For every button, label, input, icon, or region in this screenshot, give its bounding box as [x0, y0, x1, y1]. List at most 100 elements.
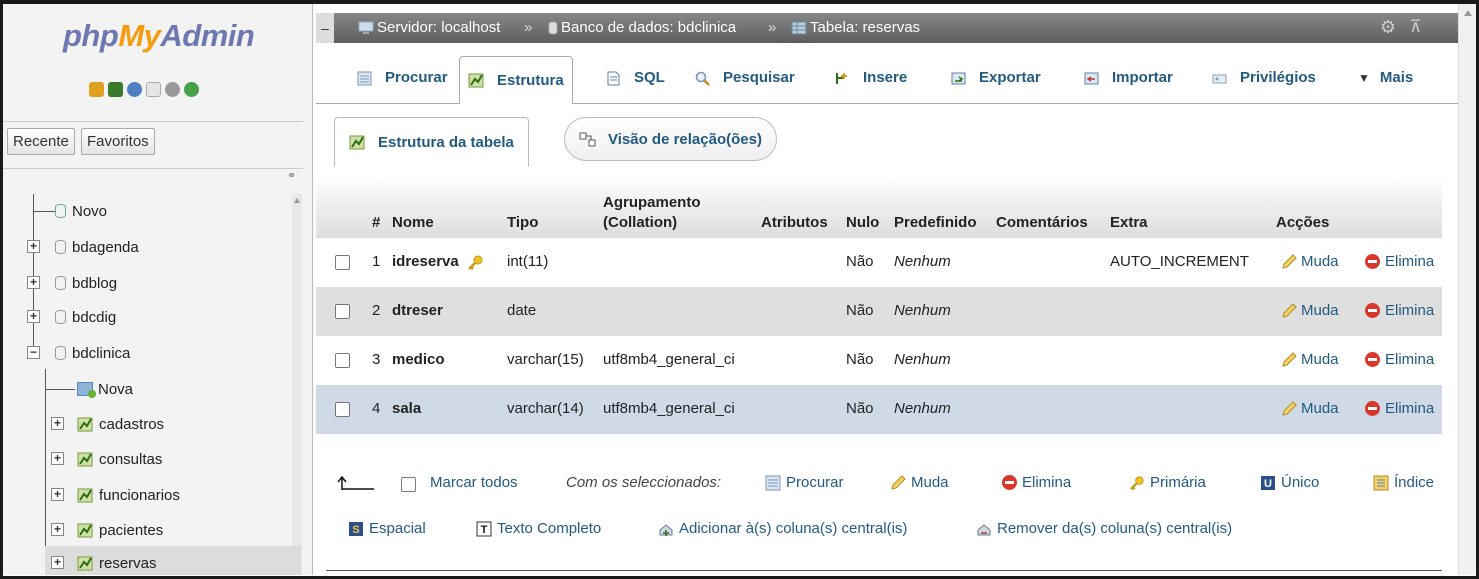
settings-icon[interactable] — [165, 82, 180, 97]
row-checkbox[interactable] — [335, 255, 350, 270]
tab-recent[interactable]: Recente — [7, 128, 75, 155]
tab-search[interactable]: Pesquisar — [686, 56, 803, 100]
expand-icon[interactable]: + — [27, 276, 40, 289]
structure-icon — [468, 73, 484, 88]
check-all-label[interactable]: Marcar todos — [430, 474, 518, 491]
table-row[interactable]: 4 sala varchar(14) utf8mb4_general_ci Nã… — [316, 385, 1442, 434]
tab-favorites[interactable]: Favoritos — [81, 128, 155, 155]
col-header-collation-1[interactable]: Agrupamento — [603, 193, 701, 213]
subtab-table-structure[interactable]: Estrutura da tabela — [334, 117, 529, 167]
col-header-null[interactable]: Nulo — [846, 213, 879, 233]
expand-icon[interactable]: + — [51, 523, 64, 536]
link-icon[interactable]: ⚭ — [287, 169, 296, 182]
row-checkbox[interactable] — [335, 304, 350, 319]
tab-browse[interactable]: Procurar — [348, 56, 456, 100]
tree-item-bdclinica[interactable]: − bdclinica — [3, 336, 303, 370]
page-scrollbar[interactable] — [1458, 4, 1476, 575]
subtab-relation-view[interactable]: Visão de relação(ões) — [564, 117, 777, 161]
tree-item-label: bdclinica — [72, 344, 131, 362]
tab-export[interactable]: Exportar — [942, 56, 1049, 100]
tree-item-funcionarios[interactable]: + funcionarios — [3, 478, 303, 512]
expand-icon[interactable]: + — [27, 310, 40, 323]
bulk-remove-central-button[interactable]: Remover da(s) coluna(s) central(is) — [976, 520, 1232, 537]
drop-column-button[interactable]: Elimina — [1365, 253, 1434, 270]
tree-item-new[interactable]: Novo — [3, 194, 303, 228]
expand-icon[interactable]: + — [27, 240, 40, 253]
tab-structure[interactable]: Estrutura — [459, 56, 573, 105]
database-icon — [55, 240, 66, 254]
search-icon — [695, 71, 710, 86]
tree-item-bdblog[interactable]: + bdblog — [3, 266, 303, 300]
divider — [326, 570, 1442, 571]
table-row[interactable]: 1 idreserva int(11) Não Nenhum AUTO_INCR… — [316, 238, 1442, 287]
col-header-default[interactable]: Predefinido — [894, 213, 977, 233]
bulk-drop-button[interactable]: Elimina — [1002, 474, 1071, 491]
settings-gear-icon[interactable]: ⚙ — [1380, 17, 1396, 38]
tab-privileges[interactable]: Privilégios — [1203, 56, 1324, 100]
bulk-add-central-button[interactable]: Adicionar à(s) coluna(s) central(is) — [658, 520, 907, 537]
bulk-fulltext-button[interactable]: T Texto Completo — [476, 520, 601, 537]
expand-icon[interactable]: + — [51, 488, 64, 501]
row-checkbox[interactable] — [335, 353, 350, 368]
database-icon — [548, 21, 558, 34]
tree-item-reservas[interactable]: + reservas — [45, 546, 301, 575]
table-row[interactable]: 3 medico varchar(15) utf8mb4_general_ci … — [316, 336, 1442, 385]
unique-icon: U — [1261, 475, 1275, 490]
exit-icon[interactable] — [108, 82, 123, 97]
change-column-button[interactable]: Muda — [1281, 302, 1339, 319]
home-icon[interactable] — [89, 82, 104, 97]
change-column-button[interactable]: Muda — [1281, 253, 1339, 270]
tab-import[interactable]: Importar — [1075, 56, 1181, 100]
bulk-change-button[interactable]: Muda — [890, 474, 949, 491]
bulk-unique-button[interactable]: U Único — [1260, 474, 1319, 491]
col-header-collation-2[interactable]: (Collation) — [603, 213, 677, 233]
row-checkbox[interactable] — [335, 402, 350, 417]
table-row[interactable]: 2 dtreser date Não Nenhum Muda Elimina — [316, 287, 1442, 336]
breadcrumb-server[interactable]: Servidor: localhost — [358, 19, 500, 36]
bulk-spatial-button[interactable]: S Espacial — [348, 520, 426, 537]
column-type: date — [507, 302, 537, 319]
drop-column-button[interactable]: Elimina — [1365, 302, 1434, 319]
bulk-primary-button[interactable]: Primária — [1129, 474, 1206, 491]
tree-item-label: consultas — [99, 450, 163, 468]
expand-icon[interactable]: + — [51, 417, 64, 430]
tab-insert[interactable]: Insere — [826, 56, 915, 100]
scroll-top-icon[interactable]: ⊼ — [1410, 17, 1422, 37]
change-column-button[interactable]: Muda — [1281, 400, 1339, 417]
col-header-extra[interactable]: Extra — [1110, 213, 1148, 233]
phpmyadmin-logo[interactable]: phpMyAdmin — [63, 18, 255, 54]
col-header-type[interactable]: Tipo — [507, 213, 538, 233]
sql-icon — [607, 71, 620, 85]
col-header-attributes[interactable]: Atributos — [761, 213, 828, 233]
col-header-comments[interactable]: Comentários — [996, 213, 1088, 233]
col-header-num[interactable]: # — [372, 213, 380, 233]
tree-item-consultas[interactable]: + consultas — [3, 442, 303, 476]
docs-icon[interactable] — [146, 82, 161, 97]
pencil-icon — [1282, 253, 1297, 269]
tree-item-pacientes[interactable]: + pacientes — [3, 513, 303, 547]
tree-item-cadastros[interactable]: + cadastros — [3, 407, 303, 441]
change-column-button[interactable]: Muda — [1281, 351, 1339, 368]
tree-item-bdagenda[interactable]: + bdagenda — [3, 230, 303, 264]
drop-column-button[interactable]: Elimina — [1365, 351, 1434, 368]
tree-item-bdcdig[interactable]: + bdcdig — [3, 300, 303, 334]
svg-text:S: S — [352, 524, 359, 536]
bulk-browse-button[interactable]: Procurar — [765, 474, 844, 491]
expand-icon[interactable]: + — [51, 452, 64, 465]
col-header-name[interactable]: Nome — [392, 213, 434, 233]
column-default: Nenhum — [894, 351, 951, 368]
collapse-sidebar-button[interactable]: – — [316, 13, 334, 43]
expand-icon[interactable]: + — [51, 556, 64, 569]
reload-icon[interactable] — [184, 82, 199, 97]
tree-item-new-table[interactable]: Nova — [3, 372, 303, 406]
column-name: medico — [392, 351, 445, 368]
check-all-checkbox[interactable] — [401, 477, 416, 492]
collapse-icon[interactable]: − — [27, 346, 40, 359]
breadcrumb-database[interactable]: Banco de dados: bdclinica — [548, 19, 736, 36]
tab-more[interactable]: ▼ Mais — [1350, 56, 1421, 100]
bulk-index-button[interactable]: Índice — [1373, 474, 1434, 491]
help-icon[interactable] — [127, 82, 142, 97]
tab-sql[interactable]: SQL — [597, 56, 673, 100]
drop-column-button[interactable]: Elimina — [1365, 400, 1434, 417]
breadcrumb-table[interactable]: Tabela: reservas — [791, 19, 920, 36]
